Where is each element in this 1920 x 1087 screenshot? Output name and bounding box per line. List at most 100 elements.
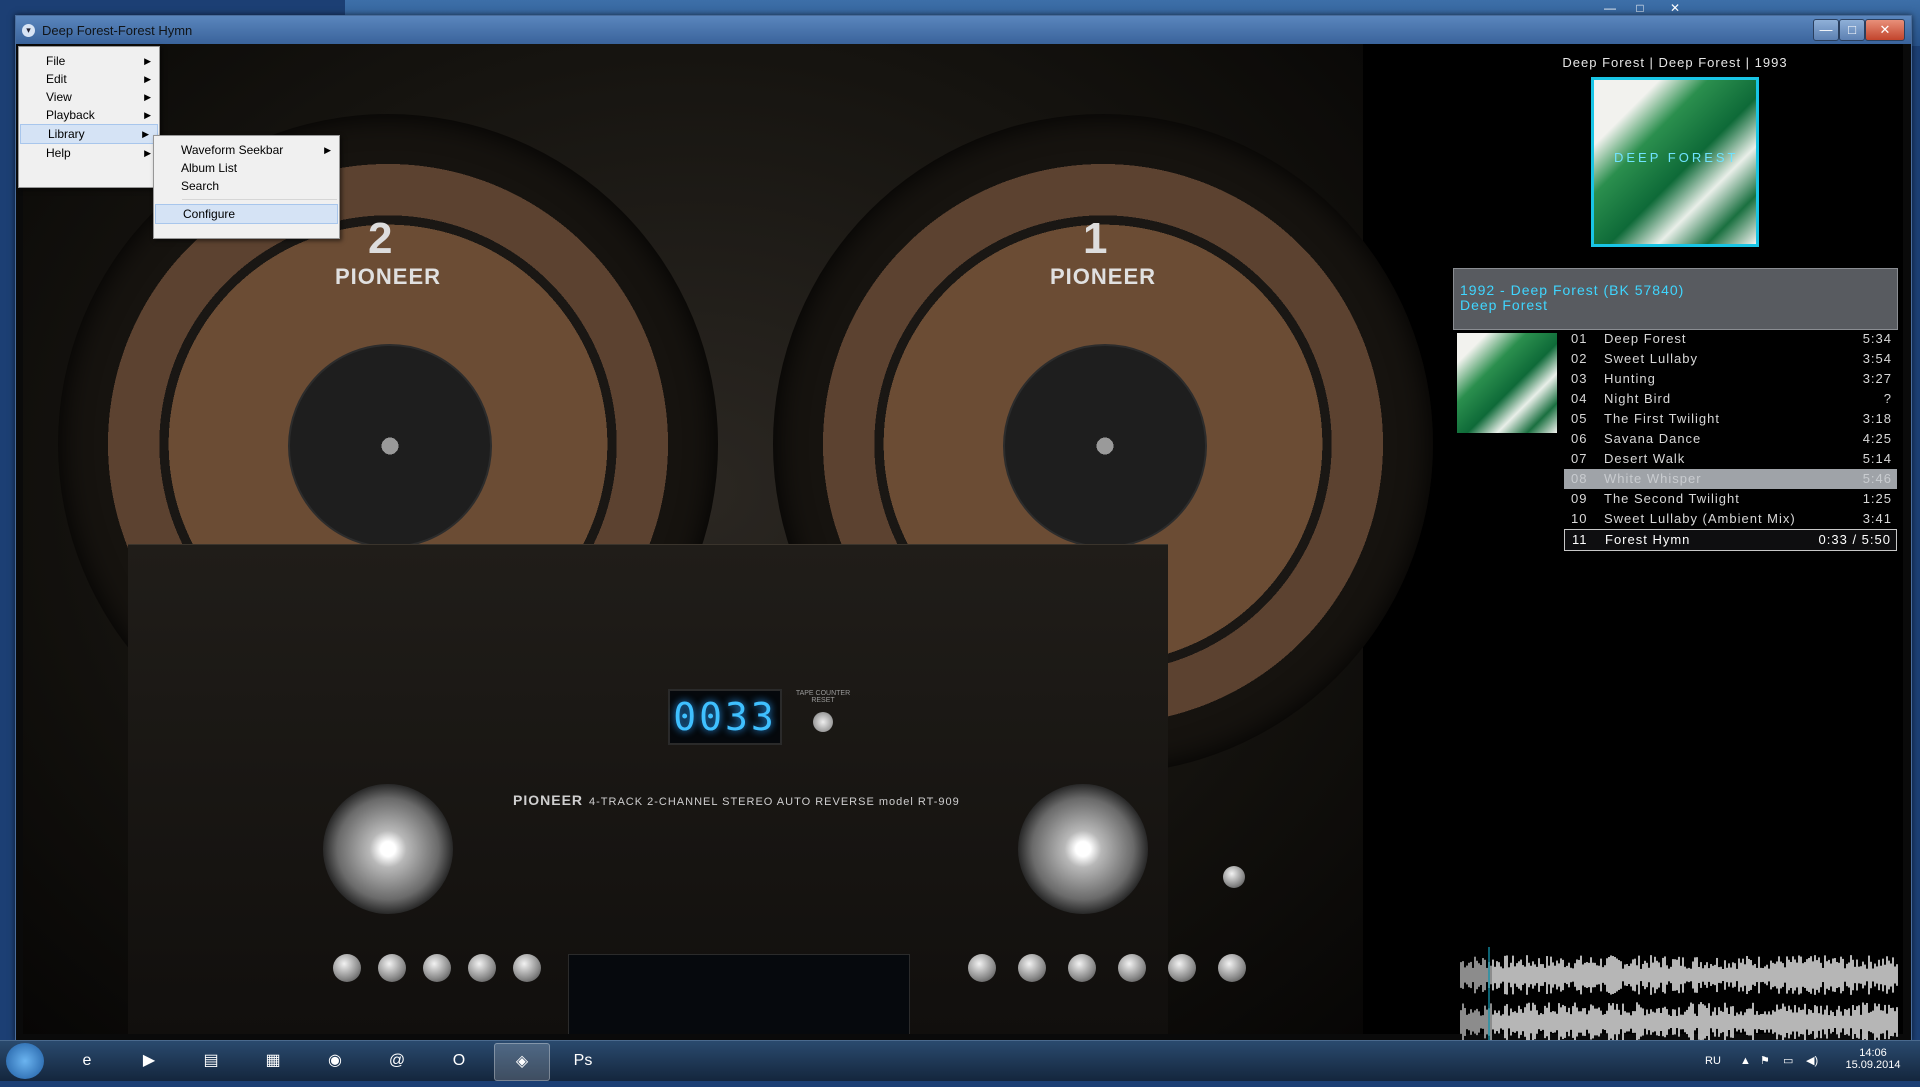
- menu-item-edit[interactable]: Edit ▶: [19, 70, 159, 88]
- control-knob[interactable]: [1018, 954, 1046, 982]
- window-title: Deep Forest-Forest Hymn: [42, 23, 193, 38]
- menu-item-label: View: [46, 90, 72, 104]
- submenu-arrow-icon: ▶: [144, 110, 151, 120]
- menu-item-label: File: [46, 54, 66, 68]
- menu-item-file[interactable]: File ▶: [19, 52, 159, 70]
- track-number: 11: [1572, 532, 1588, 547]
- playlist-row[interactable]: 04 Night Bird?: [1564, 389, 1897, 409]
- control-knob[interactable]: [1118, 954, 1146, 982]
- playlist-row[interactable]: 08 White Whisper 5:46: [1564, 469, 1897, 489]
- show-hidden-icons-icon[interactable]: ▲: [1740, 1041, 1751, 1081]
- menu-item-label: Playback: [46, 108, 95, 122]
- control-knob[interactable]: [378, 954, 406, 982]
- group-artist: Deep Forest: [1460, 297, 1549, 313]
- mail-agent-icon[interactable]: @: [370, 1043, 424, 1079]
- internet-explorer-icon[interactable]: e: [60, 1043, 114, 1079]
- control-knob[interactable]: [513, 954, 541, 982]
- playlist-row[interactable]: 07 Desert Walk 5:14: [1564, 449, 1897, 469]
- submenu-arrow-icon: ▶: [144, 148, 151, 158]
- menu-item-library[interactable]: Library ▶: [20, 124, 158, 144]
- network-icon[interactable]: ▭: [1783, 1041, 1793, 1081]
- playlist: 01 Deep Forest 5:34 02 Sweet Lullaby 3:54 03 Hu…: [1564, 329, 1897, 551]
- track-duration: 5:34: [1862, 331, 1892, 346]
- submenu-arrow-icon: ▶: [142, 129, 149, 139]
- menu-item-view[interactable]: View ▶: [19, 88, 159, 106]
- playlist-row[interactable]: 05 The First Twilight 3:18: [1564, 409, 1897, 429]
- playlist-row-playing[interactable]: 11 Forest Hymn 0:33 / 5:50: [1564, 529, 1897, 551]
- opera-icon[interactable]: O: [432, 1043, 486, 1079]
- album-cover-small: [1457, 333, 1557, 433]
- track-number: 01: [1571, 331, 1588, 346]
- playlist-row[interactable]: 02 Sweet Lullaby 3:54: [1564, 349, 1897, 369]
- menu-item-help[interactable]: Help ▶: [19, 144, 159, 162]
- track-title: Sweet Lullaby (Ambient Mix): [1604, 511, 1796, 526]
- level-meter: [568, 954, 910, 1034]
- track-duration: 3:18: [1862, 411, 1892, 426]
- track-number: 03: [1571, 371, 1588, 386]
- menu-item-playback[interactable]: Playback ▶: [19, 106, 159, 124]
- file-explorer-icon[interactable]: ▤: [184, 1043, 238, 1079]
- model-text: 4-TRACK 2-CHANNEL STEREO AUTO REVERSE mo…: [589, 796, 960, 808]
- minimize-button[interactable]: —: [1813, 19, 1839, 41]
- track-title: Hunting: [1604, 371, 1656, 386]
- playlist-group-header[interactable]: 1992 - Deep Forest (BK 57840) Deep Fores…: [1453, 268, 1898, 330]
- power-knob[interactable]: [1223, 866, 1245, 888]
- playlist-row[interactable]: 06 Savana Dance 4:25: [1564, 429, 1897, 449]
- app-menu-icon[interactable]: ▾: [22, 24, 35, 37]
- submenu-item-album-list[interactable]: Album List: [154, 159, 339, 177]
- clock-time: 14:06: [1859, 1047, 1887, 1059]
- submenu-arrow-icon: ▶: [144, 56, 151, 66]
- control-knob[interactable]: [1168, 954, 1196, 982]
- pitch-knob[interactable]: [1068, 954, 1096, 982]
- reel-hub: [288, 344, 492, 548]
- submenu-item-configure[interactable]: Configure: [155, 204, 338, 224]
- counter-reset-label: TAPE COUNTER RESET: [795, 690, 851, 704]
- submenu-arrow-icon: ▶: [324, 145, 331, 155]
- playlist-row[interactable]: 10 Sweet Lullaby (Ambient Mix) 3:41: [1564, 509, 1897, 529]
- title-bar[interactable]: ▾ Deep Forest-Forest Hymn — □ ✕: [16, 16, 1911, 44]
- track-number: 06: [1571, 431, 1588, 446]
- maximize-button[interactable]: □: [1839, 19, 1865, 41]
- taskbar: e ▶ ▤ ▦ ◉ @ O ◈ Ps RU ▲ ⚑ ▭ ◀) 14:06 15.09.2014: [0, 1040, 1920, 1081]
- track-title: Savana Dance: [1604, 431, 1702, 446]
- track-number: 04: [1571, 391, 1588, 406]
- submenu-item-label: Configure: [183, 207, 236, 221]
- menu-item-label: Help: [46, 146, 71, 160]
- reel-brand: PIONEER: [1049, 264, 1157, 289]
- counter-reset-knob[interactable]: [813, 712, 833, 732]
- tape-counter: 0033: [668, 689, 782, 745]
- control-knob[interactable]: [968, 954, 996, 982]
- playlist-row[interactable]: 09 The Second Twilight 1:25: [1564, 489, 1897, 509]
- track-duration: 3:41: [1862, 511, 1892, 526]
- track-title: Night Bird: [1604, 391, 1672, 406]
- action-center-flag-icon[interactable]: ⚑: [1760, 1041, 1770, 1081]
- volume-icon[interactable]: ◀): [1806, 1041, 1818, 1081]
- submenu-item-waveform-seekbar[interactable]: Waveform Seekbar ▶: [154, 141, 339, 159]
- track-duration: 3:27: [1862, 371, 1892, 386]
- language-indicator[interactable]: RU: [1705, 1041, 1721, 1081]
- right-capstan: [1018, 784, 1148, 914]
- reel-hub: [1003, 344, 1207, 548]
- calculator-icon[interactable]: ▦: [246, 1043, 300, 1079]
- pause-knob[interactable]: [1218, 954, 1246, 982]
- track-duration: 5:14: [1862, 451, 1892, 466]
- track-title: Sweet Lullaby: [1604, 351, 1698, 366]
- track-number: 02: [1571, 351, 1588, 366]
- foobar-icon[interactable]: ◈: [494, 1043, 550, 1081]
- playlist-row[interactable]: 03 Hunting 3:27: [1564, 369, 1897, 389]
- start-button[interactable]: [6, 1043, 44, 1079]
- control-knob[interactable]: [423, 954, 451, 982]
- reel-number: 2: [368, 214, 393, 263]
- submenu-item-search[interactable]: Search: [154, 177, 339, 195]
- track-number: 10: [1571, 511, 1588, 526]
- photoshop-icon[interactable]: Ps: [556, 1043, 610, 1079]
- control-knob[interactable]: [333, 954, 361, 982]
- control-knob[interactable]: [468, 954, 496, 982]
- album-cover-large[interactable]: DEEP FOREST: [1591, 77, 1759, 247]
- close-button[interactable]: ✕: [1865, 19, 1905, 41]
- media-player-icon[interactable]: ▶: [122, 1043, 176, 1079]
- chrome-icon[interactable]: ◉: [308, 1043, 362, 1079]
- playlist-row[interactable]: 01 Deep Forest 5:34: [1564, 329, 1897, 349]
- waveform-seekbar[interactable]: [1453, 947, 1898, 1040]
- clock[interactable]: 14:06 15.09.2014: [1838, 1047, 1908, 1087]
